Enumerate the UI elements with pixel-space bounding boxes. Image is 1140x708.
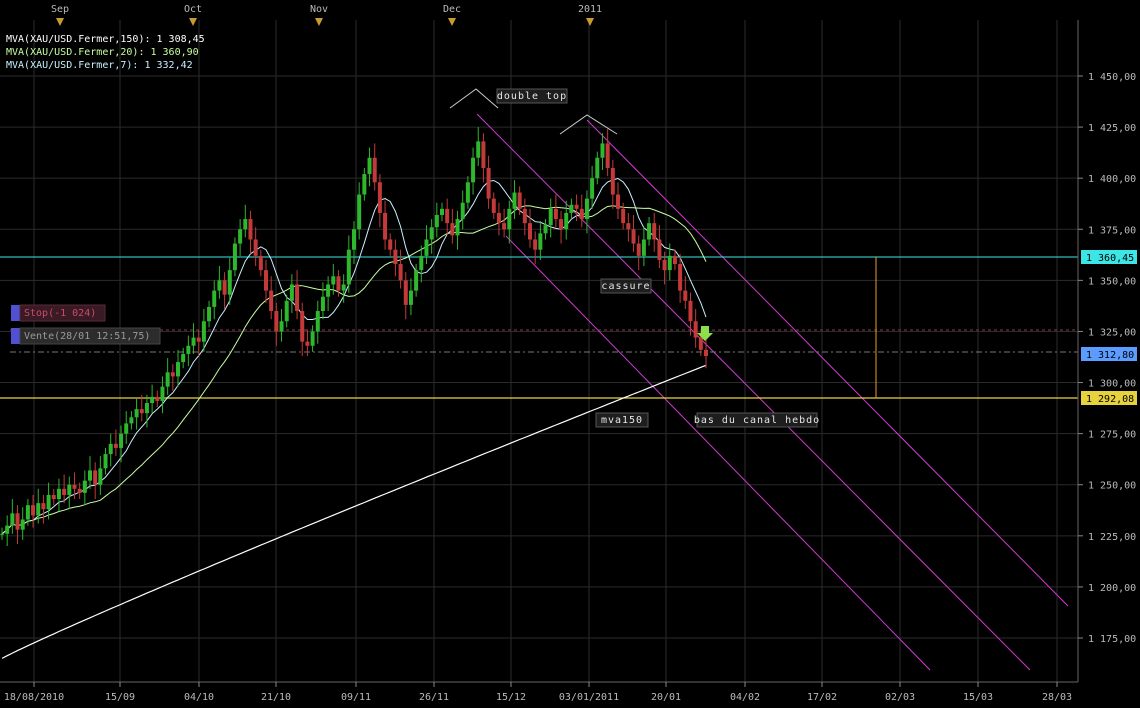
month-label-oct: Oct [184, 4, 202, 15]
x-tick-label: 21/10 [261, 692, 291, 703]
month-label-sep: Sep [51, 4, 69, 15]
legend-mva150: MVA(XAU/USD.Fermer,150): 1 308,45 [6, 34, 205, 45]
svg-text:cassure: cassure [601, 281, 650, 292]
month-label-2011: 2011 [578, 4, 602, 15]
annotation-double-top: double top [496, 88, 568, 104]
legend-mva7: MVA(XAU/USD.Fermer,7): 1 332,42 [6, 60, 193, 71]
y-tick-label: 1 425,00 [1088, 123, 1136, 134]
x-tick-label: 17/02 [807, 692, 837, 703]
y-tick-label: 1 350,00 [1088, 276, 1136, 287]
legend-mva20: MVA(XAU/USD.Fermer,20): 1 360,90 [6, 47, 199, 58]
svg-text:double top: double top [497, 91, 567, 102]
svg-text:bas du canal hebdo: bas du canal hebdo [694, 415, 820, 426]
y-tick-label: 1 250,00 [1088, 481, 1136, 492]
sell-order-label[interactable]: Vente(28/01 12:51,75) [11, 327, 161, 345]
svg-text:1 360,45: 1 360,45 [1086, 253, 1134, 264]
y-tick-label: 1 275,00 [1088, 430, 1136, 441]
x-tick-label: 20/01 [651, 692, 681, 703]
svg-text:mva150: mva150 [601, 415, 643, 426]
x-tick-label: 15/12 [496, 692, 526, 703]
svg-text:1 292,08: 1 292,08 [1086, 394, 1134, 405]
price-marker-cyan: 1 360,45 [1081, 250, 1137, 264]
y-tick-label: 1 450,00 [1088, 72, 1136, 83]
price-marker-blue: 1 312,80 [1081, 347, 1137, 361]
y-tick-label: 1 325,00 [1088, 327, 1136, 338]
x-tick-label: 15/09 [105, 692, 135, 703]
x-tick-label: 28/03 [1042, 692, 1072, 703]
x-tick-label: 18/08/2010 [4, 692, 64, 703]
annotation-cassure: cassure [600, 278, 652, 294]
y-tick-label: 1 175,00 [1088, 634, 1136, 645]
y-tick-label: 1 200,00 [1088, 583, 1136, 594]
x-tick-label: 03/01/2011 [559, 692, 619, 703]
svg-text:Vente(28/01 12:51,75): Vente(28/01 12:51,75) [24, 331, 150, 342]
y-tick-label: 1 225,00 [1088, 532, 1136, 543]
annotation-channel-bottom: bas du canal hebdo [694, 412, 820, 428]
x-tick-label: 04/10 [184, 692, 214, 703]
svg-text:Stop(-1 024): Stop(-1 024) [24, 308, 96, 319]
svg-text:1 312,80: 1 312,80 [1086, 350, 1134, 361]
x-tick-label: 04/02 [730, 692, 760, 703]
gold-price-chart: Sep Oct Nov Dec 2011 double top cassure [0, 0, 1140, 708]
month-label-dec: Dec [443, 4, 461, 15]
x-tick-label: 02/03 [885, 692, 915, 703]
annotation-mva150: mva150 [595, 412, 649, 428]
y-tick-label: 1 300,00 [1088, 379, 1136, 390]
legend: MVA(XAU/USD.Fermer,150): 1 308,45 MVA(XA… [6, 34, 205, 71]
month-label-nov: Nov [310, 4, 328, 15]
x-tick-label: 09/11 [341, 692, 371, 703]
x-tick-label: 26/11 [419, 692, 449, 703]
stop-order-label[interactable]: Stop(-1 024) [11, 304, 106, 322]
x-tick-label: 15/03 [963, 692, 993, 703]
y-tick-label: 1 400,00 [1088, 174, 1136, 185]
y-tick-label: 1 375,00 [1088, 225, 1136, 236]
price-marker-yellow: 1 292,08 [1081, 391, 1137, 405]
